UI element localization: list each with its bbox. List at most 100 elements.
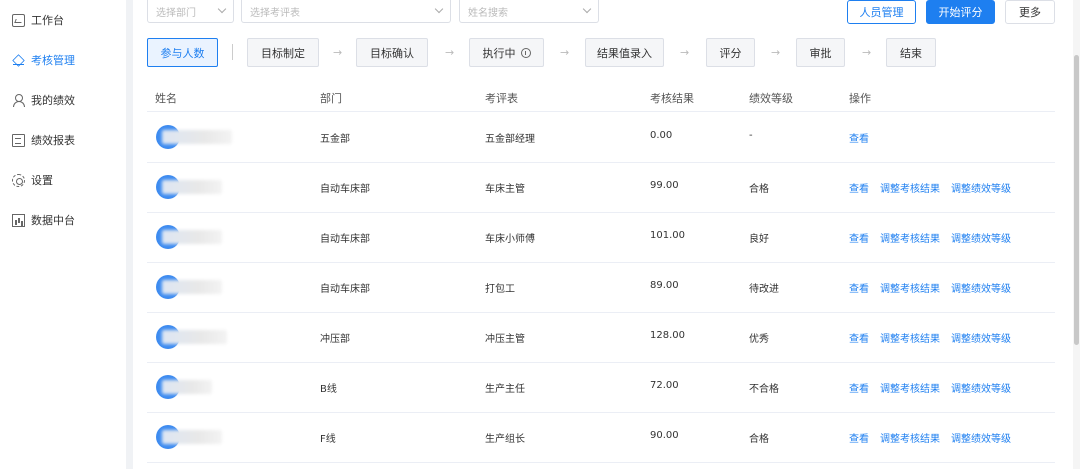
row-divider xyxy=(147,312,1055,313)
cell-form: 车床主管 xyxy=(485,184,525,195)
row-divider xyxy=(147,162,1055,163)
row-divider xyxy=(147,212,1055,213)
sidebar-item-settings[interactable]: 设置 xyxy=(12,170,53,190)
more-button[interactable]: 更多 xyxy=(1005,0,1055,24)
monitor-icon xyxy=(12,13,25,27)
step-goal-confirm[interactable]: 目标确认 xyxy=(356,38,428,67)
sidebar-item-data-center[interactable]: 数据中台 xyxy=(12,210,75,230)
chevron-down-icon xyxy=(582,4,592,14)
staff-management-button[interactable]: 人员管理 xyxy=(847,0,916,24)
cell-department: 自动车床部 xyxy=(320,184,370,195)
cell-result: 99.00 xyxy=(650,180,679,191)
adjust-result-link[interactable]: 调整考核结果 xyxy=(880,430,940,445)
arrow-right-icon: → xyxy=(445,46,455,59)
cell-grade: 良好 xyxy=(749,234,769,245)
sidebar-item-reports[interactable]: 绩效报表 xyxy=(12,130,75,150)
step-goal-setting[interactable]: 目标制定 xyxy=(247,38,319,67)
layers-icon xyxy=(12,54,25,67)
scrollbar-thumb[interactable] xyxy=(1074,55,1079,345)
step-finish[interactable]: 结束 xyxy=(886,38,936,67)
sidebar-item-my-performance[interactable]: 我的绩效 xyxy=(12,90,75,110)
user-icon xyxy=(12,93,25,107)
column-header-form: 考评表 xyxy=(485,92,518,105)
cell-result: 0.00 xyxy=(650,130,673,141)
cell-grade: 待改进 xyxy=(749,284,779,295)
adjust-result-link[interactable]: 调整考核结果 xyxy=(880,330,940,345)
arrow-right-icon: → xyxy=(333,46,343,59)
chevron-down-icon xyxy=(217,4,227,14)
sidebar-item-assessment[interactable]: 考核管理 xyxy=(12,50,75,70)
adjust-result-link[interactable]: 调整考核结果 xyxy=(880,230,940,245)
sidebar-item-label: 绩效报表 xyxy=(31,134,75,147)
adjust-grade-link[interactable]: 调整绩效等级 xyxy=(951,430,1011,445)
view-link[interactable]: 查看 xyxy=(849,330,869,345)
cell-result: 101.00 xyxy=(650,230,685,241)
adjust-grade-link[interactable]: 调整绩效等级 xyxy=(951,330,1011,345)
arrow-right-icon: → xyxy=(560,46,570,59)
row-divider xyxy=(147,462,1055,463)
cell-grade: - xyxy=(749,130,753,141)
cell-form: 生产主任 xyxy=(485,384,525,395)
cell-form: 生产组长 xyxy=(485,434,525,445)
cell-department: F线 xyxy=(320,434,336,445)
adjust-grade-link[interactable]: 调整绩效等级 xyxy=(951,380,1011,395)
sidebar-item-workbench[interactable]: 工作台 xyxy=(12,10,64,30)
scrollbar[interactable] xyxy=(1073,0,1080,469)
step-approval[interactable]: 审批 xyxy=(796,38,845,67)
cell-result: 128.00 xyxy=(650,330,685,341)
participants-button[interactable]: 参与人数 xyxy=(147,38,218,67)
cell-form: 五金部经理 xyxy=(485,134,535,145)
step-divider xyxy=(232,44,233,60)
sidebar-item-label: 考核管理 xyxy=(31,54,75,67)
view-link[interactable]: 查看 xyxy=(849,180,869,195)
cell-form: 车床小师傅 xyxy=(485,234,535,245)
sidebar-item-label: 工作台 xyxy=(31,14,64,27)
name-search-placeholder: 姓名搜索 xyxy=(468,7,508,19)
sidebar-item-label: 我的绩效 xyxy=(31,94,75,107)
arrow-right-icon: → xyxy=(862,46,872,59)
adjust-grade-link[interactable]: 调整绩效等级 xyxy=(951,230,1011,245)
column-header-actions: 操作 xyxy=(849,92,871,105)
adjust-result-link[interactable]: 调整考核结果 xyxy=(880,180,940,195)
view-link[interactable]: 查看 xyxy=(849,230,869,245)
adjust-result-link[interactable]: 调整考核结果 xyxy=(880,380,940,395)
cell-department: 自动车床部 xyxy=(320,284,370,295)
column-header-name: 姓名 xyxy=(155,92,177,105)
cell-grade: 不合格 xyxy=(749,384,779,395)
blurred-name xyxy=(162,330,227,344)
adjust-result-link[interactable]: 调整考核结果 xyxy=(880,280,940,295)
department-select-placeholder: 选择部门 xyxy=(156,7,196,19)
report-icon xyxy=(12,133,25,147)
cell-result: 90.00 xyxy=(650,430,679,441)
step-scoring[interactable]: 评分 xyxy=(706,38,755,67)
blurred-name xyxy=(162,430,222,444)
cell-grade: 优秀 xyxy=(749,334,769,345)
arrow-right-icon: → xyxy=(680,46,690,59)
view-link[interactable]: 查看 xyxy=(849,280,869,295)
view-link[interactable]: 查看 xyxy=(849,130,869,145)
blurred-name xyxy=(162,180,222,194)
row-divider xyxy=(147,262,1055,263)
department-select[interactable]: 选择部门 xyxy=(147,0,234,23)
column-header-result: 考核结果 xyxy=(650,92,694,105)
info-icon[interactable] xyxy=(520,47,531,58)
view-link[interactable]: 查看 xyxy=(849,430,869,445)
arrow-right-icon: → xyxy=(771,46,781,59)
adjust-grade-link[interactable]: 调整绩效等级 xyxy=(951,280,1011,295)
gear-icon xyxy=(12,173,25,187)
cell-department: 五金部 xyxy=(320,134,350,145)
name-search-input[interactable]: 姓名搜索 xyxy=(459,0,599,23)
step-executing[interactable]: 执行中 xyxy=(469,38,544,67)
column-header-department: 部门 xyxy=(320,92,342,105)
cell-department: 冲压部 xyxy=(320,334,350,345)
form-select[interactable]: 选择考评表 xyxy=(241,0,451,23)
cell-form: 冲压主管 xyxy=(485,334,525,345)
cell-result: 72.00 xyxy=(650,380,679,391)
start-scoring-button[interactable]: 开始评分 xyxy=(926,0,995,24)
cell-form: 打包工 xyxy=(485,284,515,295)
cell-grade: 合格 xyxy=(749,184,769,195)
view-link[interactable]: 查看 xyxy=(849,380,869,395)
row-divider xyxy=(147,412,1055,413)
adjust-grade-link[interactable]: 调整绩效等级 xyxy=(951,180,1011,195)
step-result-entry[interactable]: 结果值录入 xyxy=(585,38,664,67)
